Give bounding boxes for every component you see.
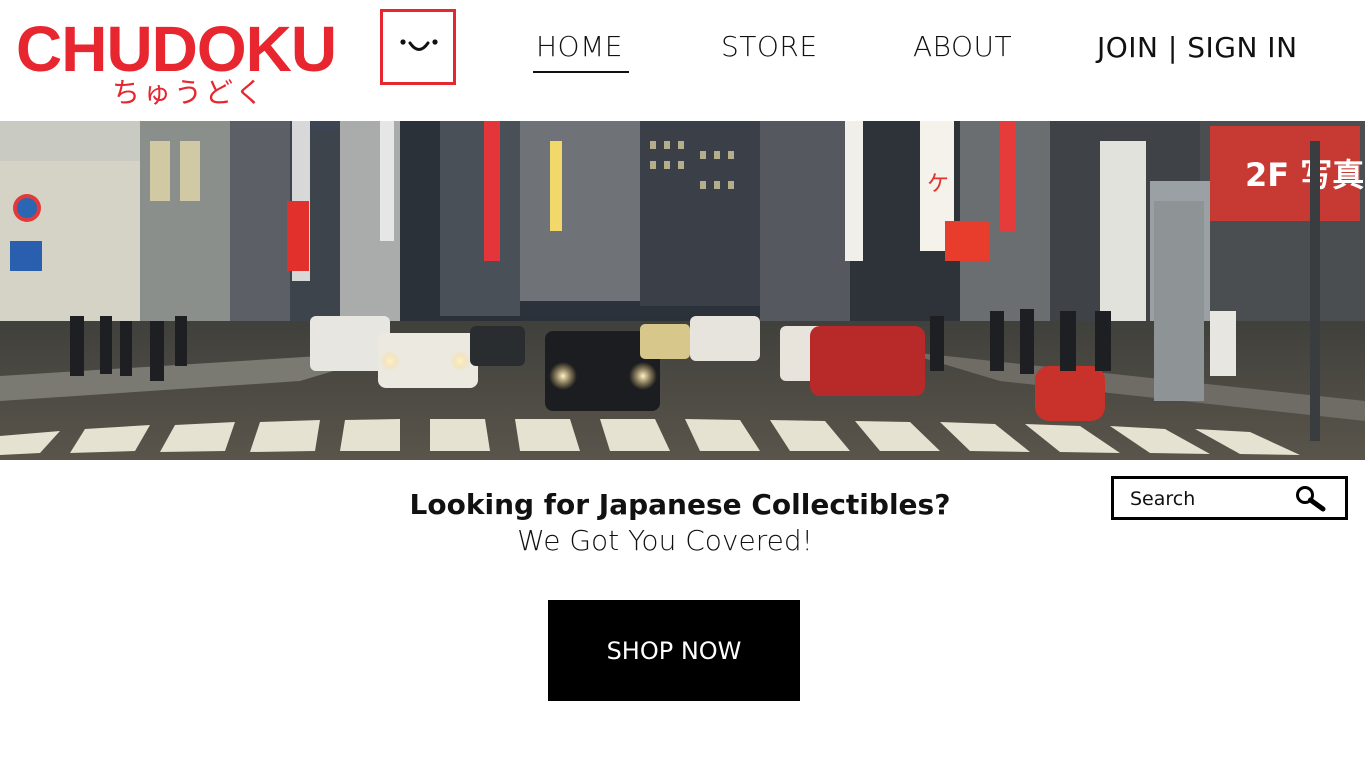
nav-active-underline bbox=[533, 71, 629, 73]
search-box bbox=[1111, 476, 1348, 520]
shop-now-button[interactable]: SHOP NOW bbox=[548, 600, 800, 701]
search-input[interactable] bbox=[1130, 485, 1290, 513]
hero-image: 2F 写真 ケ bbox=[0, 121, 1365, 460]
svg-text:ケ: ケ bbox=[927, 172, 949, 197]
sign-in-link[interactable]: SIGN IN bbox=[1187, 31, 1297, 64]
nav-about-link[interactable]: ABOUT bbox=[913, 30, 1012, 63]
smiley-face-icon[interactable] bbox=[380, 9, 456, 85]
search-icon[interactable] bbox=[1294, 485, 1328, 513]
nav-store-link[interactable]: STORE bbox=[721, 30, 818, 63]
auth-separator: | bbox=[1158, 31, 1188, 64]
site-header: CHUDOKU ちゅうどく HOME STORE ABOUT JOIN | SI… bbox=[0, 0, 1365, 121]
svg-text:2F 写真: 2F 写真 bbox=[1245, 156, 1364, 194]
logo-kana: ちゅうどく bbox=[112, 76, 267, 109]
nav-home-link[interactable]: HOME bbox=[536, 30, 623, 63]
join-link[interactable]: JOIN bbox=[1097, 31, 1159, 64]
hero-subheadline: We Got You Covered! bbox=[517, 524, 813, 557]
auth-links: JOIN | SIGN IN bbox=[1097, 31, 1298, 64]
